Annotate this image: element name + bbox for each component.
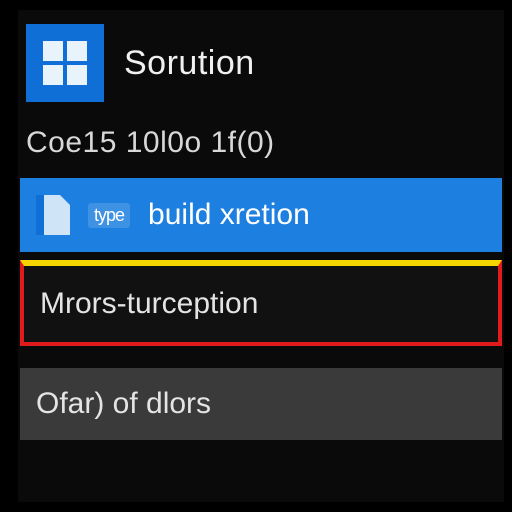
build-label: build xretion — [148, 198, 486, 232]
panel-header: Sorution — [18, 10, 504, 120]
windows-logo-glyph — [43, 41, 87, 85]
solution-panel: Sorution Coe15 10l0o 1f(0) type build xr… — [18, 10, 504, 502]
status-line: Coe15 10l0o 1f(0) — [18, 120, 504, 172]
build-badge: type — [88, 203, 130, 228]
output-row[interactable]: Ofar) of dlors — [20, 368, 502, 440]
windows-logo-icon — [26, 24, 104, 102]
document-icon — [36, 195, 70, 235]
output-label: Ofar) of dlors — [36, 387, 486, 421]
panel-title: Sorution — [124, 44, 255, 83]
error-row[interactable]: Mrors-turception — [20, 260, 502, 346]
build-row[interactable]: type build xretion — [20, 178, 502, 252]
error-label: Mrors-turception — [40, 287, 482, 321]
